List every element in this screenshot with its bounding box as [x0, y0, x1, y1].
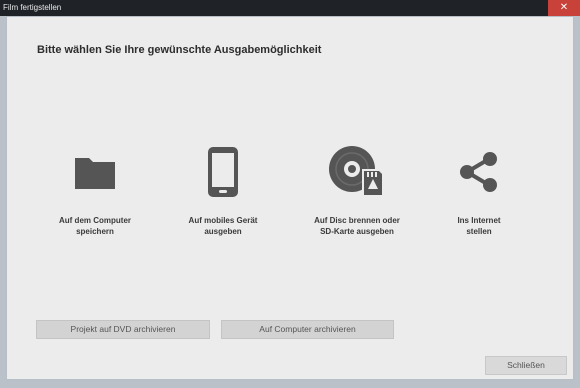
option-label-line1: Auf dem Computer [59, 216, 131, 225]
window-title: Film fertigstellen [3, 3, 62, 12]
option-internet[interactable]: Ins Internet stellen [419, 145, 539, 237]
option-label: Ins Internet stellen [419, 215, 539, 237]
option-label-line2: stellen [466, 227, 492, 236]
window-titlebar: Film fertigstellen ✕ [0, 0, 580, 16]
dialog-heading: Bitte wählen Sie Ihre gewünschte Ausgabe… [37, 44, 322, 56]
option-disc-sd-card[interactable]: Auf Disc brennen oder SD-Karte ausgeben [297, 145, 417, 237]
close-button[interactable]: Schließen [485, 356, 567, 375]
option-label-line2: SD-Karte ausgeben [320, 227, 394, 236]
disc-sdcard-icon [297, 145, 417, 199]
option-label-line1: Auf mobiles Gerät [188, 216, 258, 225]
archive-dvd-button[interactable]: Projekt auf DVD archivieren [36, 320, 210, 339]
folder-icon [35, 145, 155, 199]
option-label: Auf mobiles Gerät ausgeben [163, 215, 283, 237]
option-save-to-computer[interactable]: Auf dem Computer speichern [35, 145, 155, 237]
output-dialog: Bitte wählen Sie Ihre gewünschte Ausgabe… [6, 16, 574, 380]
option-label-line2: speichern [76, 227, 114, 236]
option-label-line1: Auf Disc brennen oder [314, 216, 400, 225]
share-icon [419, 145, 539, 199]
option-label: Auf Disc brennen oder SD-Karte ausgeben [297, 215, 417, 237]
option-label-line1: Ins Internet [457, 216, 501, 225]
archive-computer-button[interactable]: Auf Computer archivieren [221, 320, 394, 339]
option-mobile-device[interactable]: Auf mobiles Gerät ausgeben [163, 145, 283, 237]
smartphone-icon [163, 145, 283, 199]
window-close-button[interactable]: ✕ [548, 0, 580, 16]
option-label: Auf dem Computer speichern [35, 215, 155, 237]
option-label-line2: ausgeben [204, 227, 242, 236]
